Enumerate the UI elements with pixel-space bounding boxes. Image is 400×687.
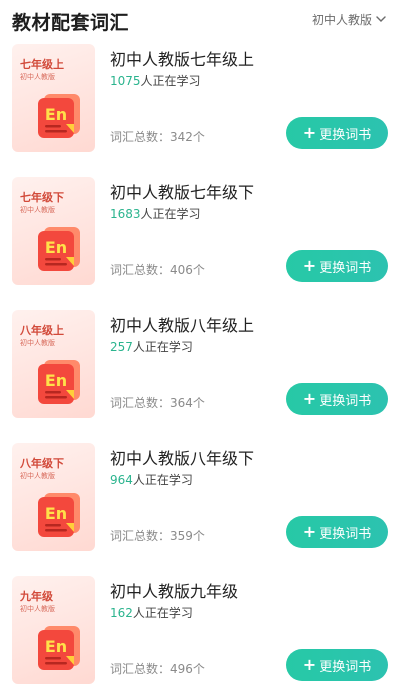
book-cover: 九年级 初中人教版 En bbox=[12, 576, 95, 684]
plus-icon: + bbox=[302, 522, 317, 541]
plus-icon: + bbox=[302, 389, 317, 408]
change-book-button-label: 更换词书 bbox=[319, 127, 372, 143]
book-cover: 八年级上 初中人教版 En bbox=[12, 310, 95, 418]
change-book-button[interactable]: + 更换词书 bbox=[286, 117, 388, 149]
learner-count-suffix: 人正在学习 bbox=[132, 606, 193, 620]
word-total: 词汇总数：364个 bbox=[110, 396, 205, 410]
change-book-button-label: 更换词书 bbox=[319, 393, 372, 409]
change-book-button[interactable]: + 更换词书 bbox=[286, 383, 388, 415]
cover-grade: 七年级下 bbox=[20, 191, 64, 204]
book-cover: 八年级下 初中人教版 En bbox=[12, 443, 95, 551]
svg-text:En: En bbox=[45, 105, 67, 124]
learner-count-suffix: 人正在学习 bbox=[140, 74, 201, 88]
book-cover: 七年级上 初中人教版 En bbox=[12, 44, 95, 152]
learner-count: 257人正在学习 bbox=[110, 338, 193, 355]
book-title: 初中人教版七年级上 bbox=[110, 50, 255, 69]
book-title: 初中人教版九年级 bbox=[110, 582, 239, 601]
plus-icon: + bbox=[302, 655, 317, 674]
book-item[interactable]: 九年级 初中人教版 En 初中人教版九年级 162人正在学习 词汇总数：496个… bbox=[0, 576, 400, 687]
english-book-icon: En bbox=[38, 94, 80, 138]
plus-icon: + bbox=[302, 256, 317, 275]
chevron-down-icon bbox=[376, 16, 386, 22]
svg-text:En: En bbox=[45, 238, 67, 257]
word-total: 词汇总数：359个 bbox=[110, 529, 205, 543]
cover-grade: 八年级下 bbox=[20, 457, 64, 470]
change-book-button[interactable]: + 更换词书 bbox=[286, 250, 388, 282]
svg-text:En: En bbox=[45, 504, 67, 523]
word-total: 词汇总数：406个 bbox=[110, 263, 205, 277]
book-item[interactable]: 八年级下 初中人教版 En 初中人教版八年级下 964人正在学习 词汇总数：35… bbox=[0, 443, 400, 575]
cover-edition: 初中人教版 bbox=[20, 605, 55, 613]
book-cover: 七年级下 初中人教版 En bbox=[12, 177, 95, 285]
english-book-icon: En bbox=[38, 360, 80, 404]
learner-count-number: 162 bbox=[110, 606, 133, 620]
learner-count: 1075人正在学习 bbox=[110, 72, 201, 89]
learner-count: 162人正在学习 bbox=[110, 604, 193, 621]
change-book-button-label: 更换词书 bbox=[319, 659, 372, 675]
book-item[interactable]: 七年级上 初中人教版 En 初中人教版七年级上 1075人正在学习 词汇总数：3… bbox=[0, 44, 400, 176]
learner-count-suffix: 人正在学习 bbox=[140, 207, 201, 221]
change-book-button-label: 更换词书 bbox=[319, 526, 372, 542]
svg-text:En: En bbox=[45, 371, 67, 390]
cover-edition: 初中人教版 bbox=[20, 206, 55, 214]
change-book-button[interactable]: + 更换词书 bbox=[286, 649, 388, 681]
edition-filter-dropdown[interactable]: 初中人教版 bbox=[312, 11, 386, 28]
book-item[interactable]: 七年级下 初中人教版 En 初中人教版七年级下 1683人正在学习 词汇总数：4… bbox=[0, 177, 400, 309]
english-book-icon: En bbox=[38, 493, 80, 537]
cover-grade: 七年级上 bbox=[20, 58, 64, 71]
cover-edition: 初中人教版 bbox=[20, 472, 55, 480]
book-title: 初中人教版八年级上 bbox=[110, 316, 255, 335]
change-book-button-label: 更换词书 bbox=[319, 260, 372, 276]
learner-count: 1683人正在学习 bbox=[110, 205, 201, 222]
learner-count-suffix: 人正在学习 bbox=[132, 473, 193, 487]
book-title: 初中人教版八年级下 bbox=[110, 449, 255, 468]
english-book-icon: En bbox=[38, 227, 80, 271]
svg-text:En: En bbox=[45, 637, 67, 656]
learner-count-suffix: 人正在学习 bbox=[132, 340, 193, 354]
cover-edition: 初中人教版 bbox=[20, 339, 55, 347]
cover-grade: 九年级 bbox=[20, 590, 53, 603]
book-item[interactable]: 八年级上 初中人教版 En 初中人教版八年级上 257人正在学习 词汇总数：36… bbox=[0, 310, 400, 442]
book-title: 初中人教版七年级下 bbox=[110, 183, 255, 202]
word-total: 词汇总数：342个 bbox=[110, 130, 205, 144]
learner-count: 964人正在学习 bbox=[110, 471, 193, 488]
cover-edition: 初中人教版 bbox=[20, 73, 55, 81]
cover-grade: 八年级上 bbox=[20, 324, 64, 337]
edition-filter-label: 初中人教版 bbox=[311, 13, 372, 27]
plus-icon: + bbox=[302, 123, 317, 142]
english-book-icon: En bbox=[38, 626, 80, 670]
learner-count-number: 1683 bbox=[110, 207, 141, 221]
word-total: 词汇总数：496个 bbox=[110, 662, 205, 676]
page-header: 教材配套词汇 初中人教版 bbox=[0, 0, 400, 38]
learner-count-number: 1075 bbox=[110, 74, 141, 88]
page-title: 教材配套词汇 bbox=[12, 12, 130, 34]
learner-count-number: 964 bbox=[110, 473, 133, 487]
learner-count-number: 257 bbox=[110, 340, 133, 354]
change-book-button[interactable]: + 更换词书 bbox=[286, 516, 388, 548]
